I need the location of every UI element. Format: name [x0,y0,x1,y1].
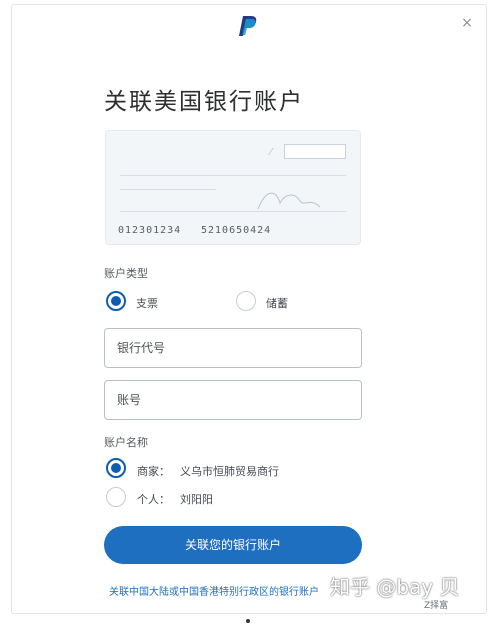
business-name-value: 义乌市恒肺贸易商行 [180,465,279,478]
zhihu-watermark: 知乎 @bay 贝 [330,575,460,599]
radio-business[interactable] [106,458,126,478]
account-number-sample: 5210650424 [201,225,272,236]
account-name-label: 账户名称 [104,436,148,449]
link-cn-bank-account[interactable]: 关联中国大陆或中国香港特别行政区的银行账户 [109,583,319,598]
radio-business-label: 商家： [137,465,170,478]
close-icon[interactable]: × [460,16,474,30]
page-indicator-dot [246,619,250,623]
account-number-input[interactable] [105,381,347,419]
radio-personal-label: 个人： [137,493,170,506]
check-illustration: ⁄ 012301234 5210650424 [105,130,361,245]
account-number-field[interactable] [104,380,362,420]
check-line [120,189,216,190]
routing-number-sample: 012301234 [118,225,182,236]
check-amount-box [284,144,346,159]
radio-checking[interactable] [106,291,126,311]
check-line [120,175,346,176]
corner-text: Z择富 [424,601,449,611]
page-title: 关联美国银行账户 [104,89,304,115]
check-slash-mark: ⁄ [270,147,272,158]
radio-savings[interactable] [236,291,256,311]
radio-checking-label: 支票 [136,297,158,310]
account-type-label: 账户类型 [104,267,148,280]
radio-personal[interactable] [106,487,126,507]
radio-savings-label: 储蓄 [266,297,288,310]
paypal-logo-icon [239,16,257,36]
routing-number-field[interactable] [104,328,362,368]
personal-name-value: 刘阳阳 [180,493,213,506]
link-bank-button[interactable]: 关联您的银行账户 [104,526,362,564]
routing-number-input[interactable] [105,329,347,367]
signature-icon [257,192,321,210]
